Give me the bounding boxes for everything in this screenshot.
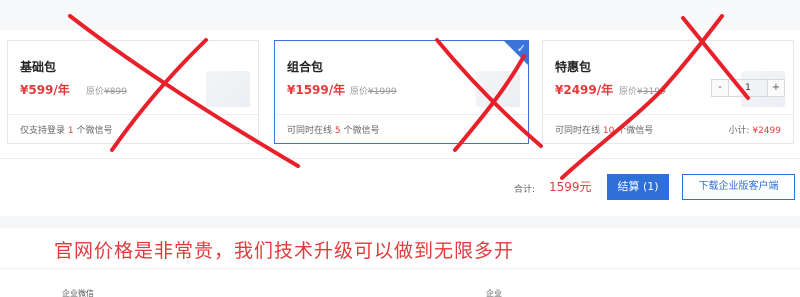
- decrement-button[interactable]: -: [712, 80, 728, 96]
- desc-count: 5: [334, 126, 341, 136]
- desc-prefix: 仅支持登录: [20, 126, 66, 136]
- package-price: ¥2499/年: [555, 83, 614, 97]
- section-divider: [0, 268, 800, 269]
- package-card-basic[interactable]: 基础包 ¥599/年 原价¥899 仅支持登录 1 个微信号: [7, 40, 259, 144]
- quantity-stepper: - 1 +: [711, 79, 785, 97]
- quantity-input[interactable]: 1: [728, 80, 768, 96]
- package-card-special[interactable]: 特惠包 ¥2499/年 原价¥3199 - 1 + 可同时在线 10 个微信号 …: [542, 40, 794, 144]
- card-divider: [275, 114, 528, 115]
- desc-prefix: 可同时在线: [555, 126, 601, 136]
- subtotal-value: ¥2499: [752, 126, 781, 136]
- subtotal: 小计: ¥2499: [728, 123, 781, 136]
- promo-banner-text: 官网价格是非常贵，我们技术升级可以做到无限多开: [54, 240, 515, 262]
- download-client-button[interactable]: 下载企业版客户端: [682, 174, 795, 200]
- package-description: 仅支持登录 1 个微信号: [20, 123, 113, 136]
- package-name: 基础包: [20, 60, 57, 74]
- package-card-combo[interactable]: 组合包 ¥1599/年 原价¥1999 可同时在线 5 个微信号 ✓: [274, 40, 529, 144]
- package-price: ¥1599/年: [287, 83, 346, 97]
- package-illustration: [476, 71, 520, 107]
- desc-suffix: 个微信号: [343, 126, 380, 136]
- package-price: ¥599/年: [20, 83, 70, 97]
- original-price-label: 原价: [619, 87, 638, 97]
- check-icon: ✓: [516, 42, 526, 55]
- checkout-button[interactable]: 结算 (1): [607, 174, 669, 200]
- section-band: [0, 216, 800, 228]
- original-price: 原价¥899: [86, 84, 127, 97]
- original-price: 原价¥3199: [619, 84, 666, 97]
- desc-suffix: 个微信号: [76, 126, 113, 136]
- original-price-value: ¥899: [104, 87, 127, 97]
- subtotal-label: 小计:: [728, 126, 750, 136]
- package-name: 组合包: [287, 60, 324, 74]
- original-price-label: 原价: [350, 87, 369, 97]
- total-label: 合计:: [514, 185, 536, 195]
- total-value: 1599元: [549, 180, 592, 194]
- desc-prefix: 可同时在线: [287, 126, 333, 136]
- original-price: 原价¥1999: [350, 84, 397, 97]
- bottom-fragment: 企业: [486, 289, 502, 297]
- desc-suffix: 个微信号: [617, 126, 654, 136]
- top-band: [0, 0, 800, 30]
- bottom-fragment: 企业微信: [62, 289, 94, 297]
- original-price-label: 原价: [86, 87, 105, 97]
- package-name: 特惠包: [555, 60, 592, 74]
- desc-count: 1: [67, 126, 74, 136]
- desc-count: 10: [602, 126, 615, 136]
- section-divider: [0, 158, 800, 159]
- increment-button[interactable]: +: [768, 80, 784, 96]
- original-price-value: ¥3199: [637, 87, 666, 97]
- package-description: 可同时在线 10 个微信号: [555, 123, 653, 136]
- package-description: 可同时在线 5 个微信号: [287, 123, 380, 136]
- card-divider: [8, 114, 258, 115]
- original-price-value: ¥1999: [368, 87, 397, 97]
- pricing-page: 基础包 ¥599/年 原价¥899 仅支持登录 1 个微信号 组合包 ¥1599…: [0, 0, 800, 297]
- package-illustration: [206, 71, 250, 107]
- card-divider: [543, 114, 793, 115]
